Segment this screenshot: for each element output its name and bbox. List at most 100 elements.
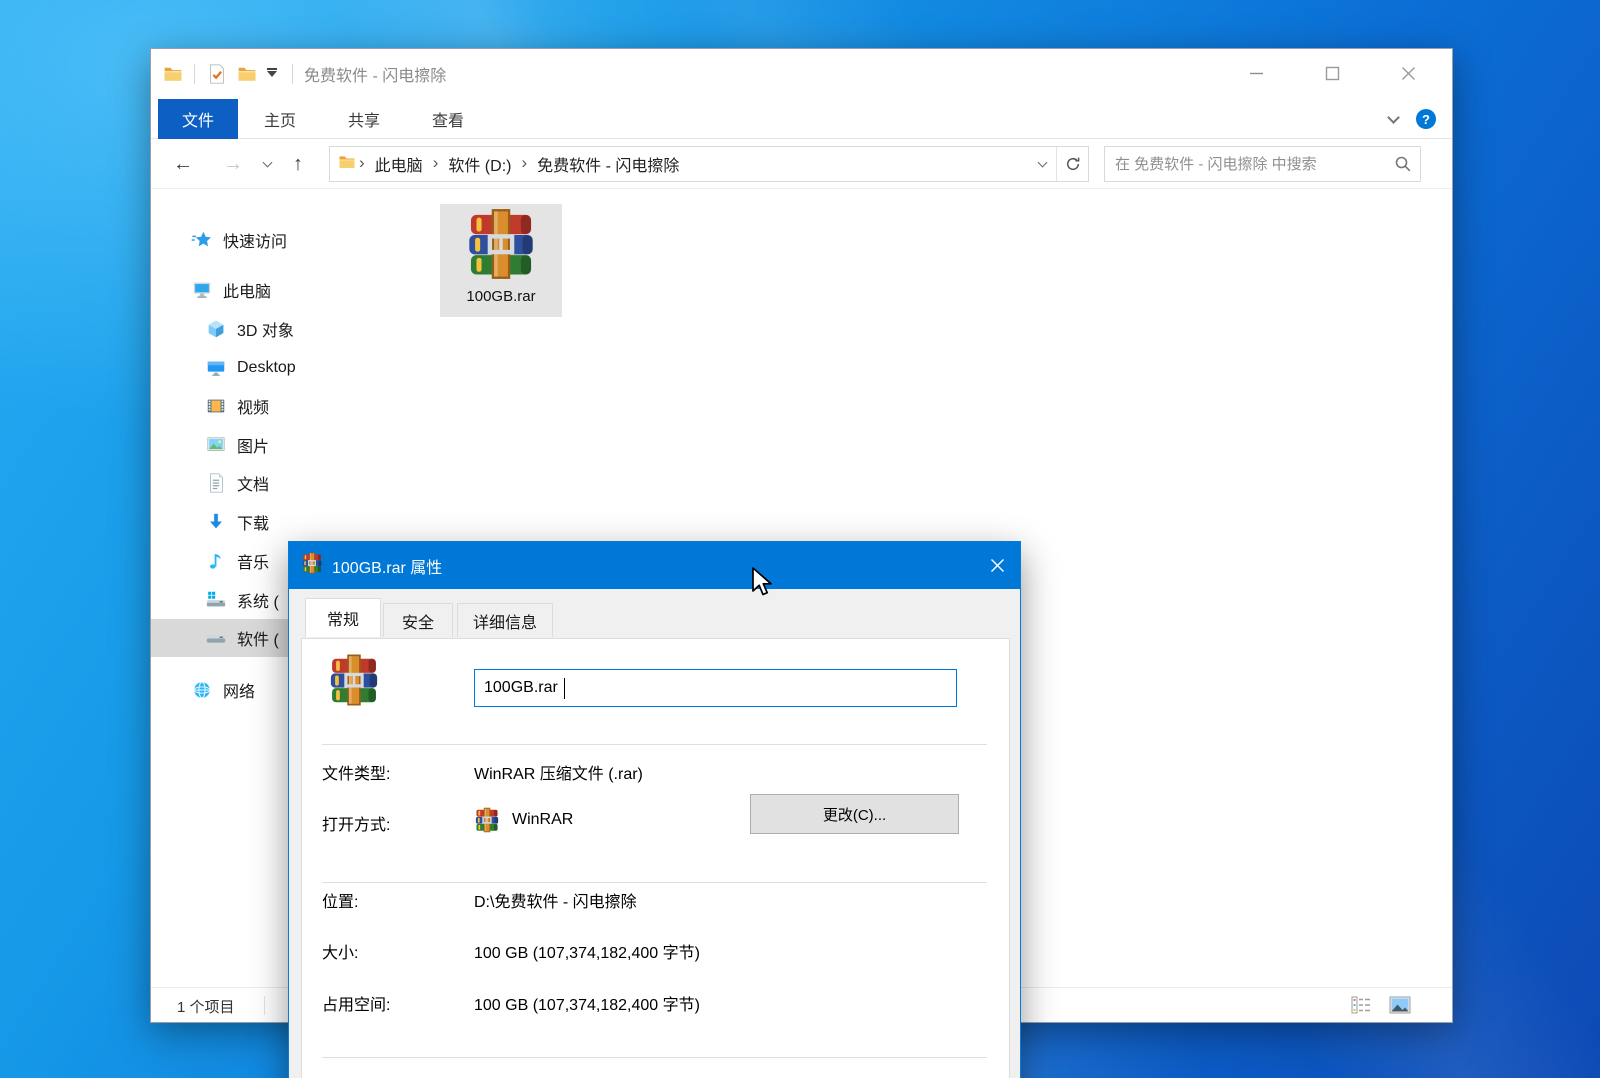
sidebar-item-this-pc[interactable]: 此电脑 <box>151 271 439 309</box>
download-arrow-icon <box>205 511 227 533</box>
up-button[interactable]: ↑ <box>283 150 313 178</box>
text-caret <box>564 678 565 699</box>
tab-home[interactable]: 主页 <box>238 99 322 139</box>
properties-dialog: 100GB.rar 属性 常规 安全 详细信息 文件类型: WinRAR 压缩文… <box>288 541 1021 1078</box>
ribbon-collapse-chevron-icon[interactable] <box>1387 111 1400 124</box>
dialog-close-button[interactable] <box>974 542 1020 588</box>
winrar-archive-icon <box>462 207 540 286</box>
tab-details[interactable]: 详细信息 <box>457 603 553 637</box>
divider <box>264 996 265 1015</box>
winrar-archive-icon <box>327 653 381 712</box>
close-button[interactable] <box>1386 49 1430 97</box>
ribbon-tab-bar: 文件 主页 共享 查看 ? <box>151 99 1452 139</box>
large-icons-view-icon[interactable] <box>1388 994 1412 1021</box>
sidebar-item-label: 此电脑 <box>223 278 271 302</box>
winrar-app-icon <box>474 807 500 838</box>
sidebar-item-label: 系统 ( <box>237 588 279 612</box>
sidebar-item-videos[interactable]: 视频 <box>151 387 439 425</box>
opens-with-value: WinRAR <box>512 811 573 829</box>
search-box <box>1104 146 1421 182</box>
divider <box>322 744 987 745</box>
qat-properties-icon[interactable] <box>206 63 228 85</box>
location-value: D:\免费软件 - 闪电擦除 <box>474 888 637 912</box>
details-view-icon[interactable] <box>1350 994 1372 1021</box>
recent-locations-chevron-icon[interactable] <box>257 150 277 178</box>
address-bar[interactable]: › 此电脑 › 软件 (D:) › 免费软件 - 闪电擦除 <box>329 146 1089 182</box>
sidebar-item-3d-objects[interactable]: 3D 对象 <box>151 310 439 348</box>
sidebar-item-documents[interactable]: 文档 <box>151 464 439 502</box>
back-button[interactable]: ← <box>169 150 197 178</box>
size-label: 大小: <box>322 939 358 963</box>
item-count-label: 1 个项目 <box>177 996 235 1017</box>
sidebar-item-label: 3D 对象 <box>237 317 294 341</box>
qat-customize-caret-icon[interactable] <box>267 71 277 77</box>
document-icon <box>205 472 227 494</box>
divider <box>322 882 987 883</box>
sidebar-item-desktop[interactable]: Desktop <box>151 349 439 387</box>
tab-share[interactable]: 共享 <box>322 99 406 139</box>
sidebar-item-label: 视频 <box>237 394 269 418</box>
refresh-icon[interactable] <box>1056 147 1088 181</box>
navigation-bar: ← → ↑ › 此电脑 › 软件 (D:) › 免费软件 - 闪电擦除 <box>151 139 1452 189</box>
star-icon <box>191 229 213 251</box>
search-icon[interactable] <box>1394 155 1412 178</box>
breadcrumb-current-folder[interactable]: 免费软件 - 闪电擦除 <box>530 152 686 176</box>
breadcrumb: › 此电脑 › 软件 (D:) › 免费软件 - 闪电擦除 <box>356 152 686 176</box>
mouse-cursor <box>751 567 778 598</box>
sidebar-item-label: Desktop <box>237 359 296 377</box>
file-name-label: 100GB.rar <box>466 288 535 305</box>
breadcrumb-separator-icon: › <box>430 153 442 175</box>
title-bar[interactable]: 免费软件 - 闪电擦除 <box>151 49 1452 99</box>
music-note-icon <box>205 550 227 572</box>
tab-file[interactable]: 文件 <box>158 99 238 139</box>
size-on-disk-row: 占用空间: 100 GB (107,374,182,400 字节) <box>302 991 1009 1019</box>
opens-with-label: 打开方式: <box>322 811 390 835</box>
change-button[interactable]: 更改(C)... <box>750 794 959 834</box>
computer-icon <box>191 279 213 301</box>
sidebar-item-label: 图片 <box>237 433 269 457</box>
divider <box>322 1057 987 1058</box>
window-title: 免费软件 - 闪电擦除 <box>304 62 446 86</box>
file-type-value: WinRAR 压缩文件 (.rar) <box>474 760 643 784</box>
divider <box>292 64 293 84</box>
drive-icon <box>205 627 227 649</box>
breadcrumb-separator-icon: › <box>356 153 368 175</box>
minimize-button[interactable] <box>1234 49 1278 97</box>
forward-button[interactable]: → <box>219 150 247 178</box>
qat-new-folder-icon[interactable] <box>237 64 257 84</box>
help-icon[interactable]: ? <box>1416 109 1436 129</box>
tab-view[interactable]: 查看 <box>406 99 490 139</box>
picture-icon <box>205 434 227 456</box>
maximize-button[interactable] <box>1310 49 1354 97</box>
sidebar-item-label: 软件 ( <box>237 626 279 650</box>
window-folder-icon <box>163 64 183 84</box>
tab-general[interactable]: 常规 <box>305 598 381 637</box>
sidebar-item-label: 网络 <box>223 678 255 702</box>
sidebar-item-downloads[interactable]: 下载 <box>151 503 439 541</box>
breadcrumb-separator-icon: › <box>518 153 530 175</box>
location-label: 位置: <box>322 888 358 912</box>
size-on-disk-value: 100 GB (107,374,182,400 字节) <box>474 991 700 1015</box>
winrar-archive-icon <box>301 552 323 579</box>
film-icon <box>205 395 227 417</box>
search-input[interactable] <box>1105 147 1420 181</box>
location-row: 位置: D:\免费软件 - 闪电擦除 <box>302 888 1009 916</box>
file-item-100gb-rar[interactable]: 100GB.rar <box>440 204 562 317</box>
dialog-title-bar[interactable]: 100GB.rar 属性 <box>289 542 1020 589</box>
cube-icon <box>205 318 227 340</box>
sidebar-item-quick-access[interactable]: 快速访问 <box>151 221 439 259</box>
tab-security[interactable]: 安全 <box>383 603 453 637</box>
opens-with-row: 打开方式: WinRAR 更改(C)... <box>302 811 1009 839</box>
sidebar-item-pictures[interactable]: 图片 <box>151 426 439 464</box>
system-drive-icon <box>205 589 227 611</box>
sidebar-item-label: 快速访问 <box>223 228 287 252</box>
dialog-tab-strip: 常规 安全 详细信息 <box>289 589 1020 638</box>
breadcrumb-drive-d[interactable]: 软件 (D:) <box>441 152 518 176</box>
address-folder-icon <box>338 153 356 176</box>
size-on-disk-label: 占用空间: <box>322 991 390 1015</box>
filename-input[interactable] <box>474 669 957 707</box>
breadcrumb-this-pc[interactable]: 此电脑 <box>368 152 430 176</box>
address-dropdown-chevron-icon[interactable] <box>1028 147 1056 181</box>
desktop: 免费软件 - 闪电擦除 文件 主页 共享 查看 ? <box>0 0 1600 1078</box>
file-type-row: 文件类型: WinRAR 压缩文件 (.rar) <box>302 760 1009 788</box>
